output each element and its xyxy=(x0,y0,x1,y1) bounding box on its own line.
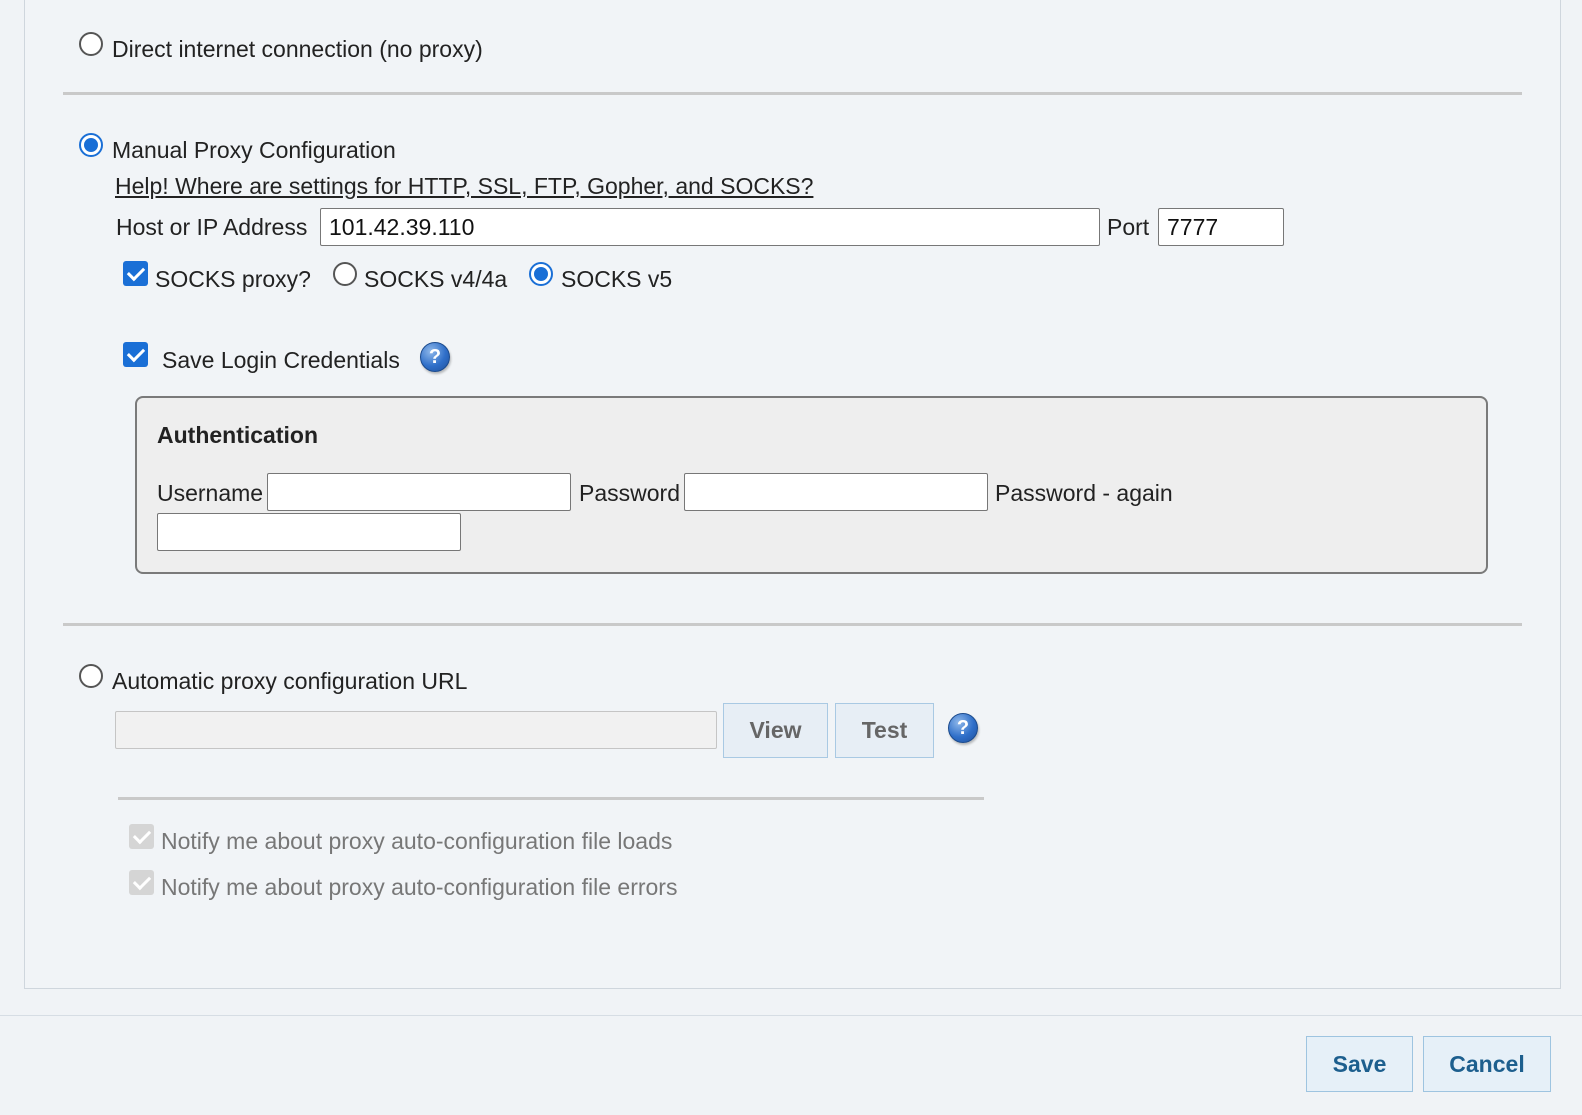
proxy-help-link[interactable]: Help! Where are settings for HTTP, SSL, … xyxy=(115,172,813,200)
save-credentials-label: Save Login Credentials xyxy=(162,347,400,373)
save-button[interactable]: Save xyxy=(1306,1036,1413,1092)
password-again-input[interactable] xyxy=(157,513,461,551)
auto-proxy-label: Automatic proxy configuration URL xyxy=(112,668,468,694)
username-input[interactable] xyxy=(267,473,571,511)
socks-proxy-label: SOCKS proxy? xyxy=(155,266,311,292)
auto-proxy-url-input[interactable] xyxy=(115,711,717,749)
host-label: Host or IP Address xyxy=(116,214,308,240)
username-label: Username xyxy=(157,480,264,506)
password-input[interactable] xyxy=(684,473,988,511)
port-label: Port xyxy=(1107,214,1150,240)
auto-proxy-radio[interactable] xyxy=(79,664,103,688)
authentication-title: Authentication xyxy=(157,422,318,448)
notify-errors-label: Notify me about proxy auto-configuration… xyxy=(161,874,678,900)
question-help-icon[interactable]: ? xyxy=(948,713,978,743)
socks-proxy-checkbox[interactable] xyxy=(123,261,148,286)
section-divider xyxy=(63,92,1522,95)
port-input[interactable] xyxy=(1158,208,1284,246)
view-button[interactable]: View xyxy=(723,703,828,758)
host-input[interactable] xyxy=(320,208,1100,246)
password-label: Password xyxy=(579,480,680,506)
notify-loads-label: Notify me about proxy auto-configuration… xyxy=(161,828,673,854)
socks-v4-label: SOCKS v4/4a xyxy=(364,266,508,292)
direct-connection-label: Direct internet connection (no proxy) xyxy=(112,36,483,62)
section-divider xyxy=(63,623,1522,626)
manual-proxy-radio[interactable] xyxy=(79,133,103,157)
manual-proxy-label: Manual Proxy Configuration xyxy=(112,137,396,163)
direct-connection-radio[interactable] xyxy=(79,32,103,56)
socks-v5-label: SOCKS v5 xyxy=(561,266,673,292)
socks-v4-radio[interactable] xyxy=(333,262,357,286)
notify-errors-checkbox[interactable] xyxy=(129,870,154,895)
notify-loads-checkbox[interactable] xyxy=(129,824,154,849)
subsection-divider xyxy=(118,797,984,800)
test-button[interactable]: Test xyxy=(835,703,934,758)
footer-divider xyxy=(0,1015,1582,1016)
cancel-button[interactable]: Cancel xyxy=(1423,1036,1551,1092)
socks-v5-radio[interactable] xyxy=(529,262,553,286)
password-again-label: Password - again xyxy=(995,480,1173,506)
save-credentials-checkbox[interactable] xyxy=(123,342,148,367)
question-help-icon[interactable]: ? xyxy=(420,342,450,372)
